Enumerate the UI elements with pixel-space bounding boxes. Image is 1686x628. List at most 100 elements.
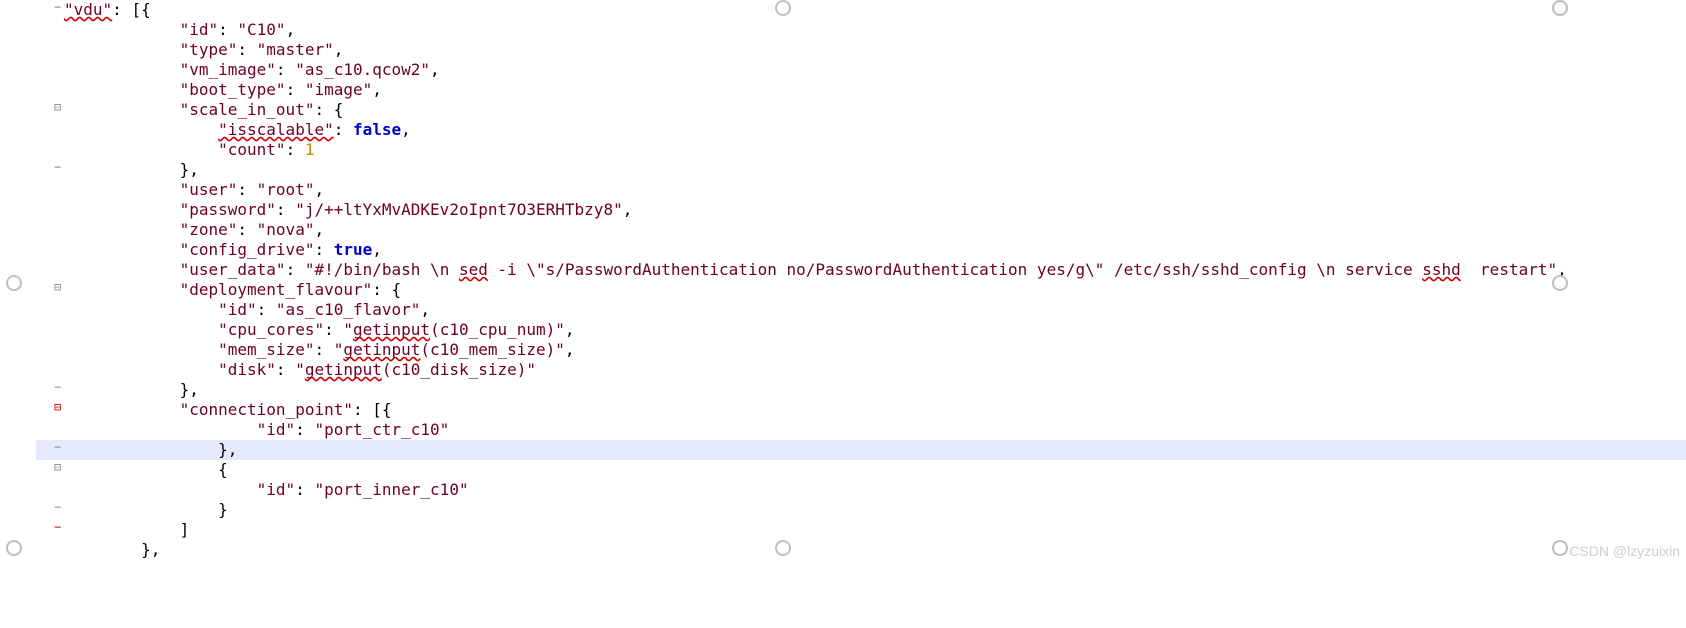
selection-handle-icon[interactable] [1552,0,1568,16]
code-line[interactable]: ⊟ { [36,460,1686,480]
token-punc: }, [141,540,160,559]
fold-toggle-icon[interactable]: ⊟ [54,400,61,415]
fold-toggle-icon[interactable]: − [54,500,61,515]
code-line[interactable]: "boot_type": "image", [36,80,1686,100]
code-line[interactable]: "config_drive": true, [36,240,1686,260]
token-key: "zone" [180,220,238,239]
code-line[interactable]: − }, [36,440,1686,460]
selection-handle-icon[interactable] [1552,540,1568,556]
code-line[interactable]: "id": "as_c10_flavor", [36,300,1686,320]
token-punc: : [218,20,237,39]
token-key: "user_data" [180,260,286,279]
fold-toggle-icon[interactable]: − [54,0,61,15]
code-line[interactable]: "zone": "nova", [36,220,1686,240]
code-line[interactable]: "id": "port_inner_c10" [36,480,1686,500]
fold-toggle-icon[interactable]: ⊟ [54,460,61,475]
token-punc: : [286,80,305,99]
token-str: "#!/bin/bash \n [305,260,459,279]
fold-toggle-icon[interactable]: − [54,520,61,535]
code-line[interactable]: "type": "master", [36,40,1686,60]
token-str: " [343,320,353,339]
token-str: -i \"s/PasswordAuthentication no/Passwor… [488,260,1422,279]
code-editor[interactable]: −"vdu": [{ "id": "C10", "type": "master"… [0,0,1686,560]
code-line[interactable]: "mem_size": "getinput(c10_mem_size)", [36,340,1686,360]
code-line[interactable]: "user": "root", [36,180,1686,200]
selection-handle-icon[interactable] [775,540,791,556]
code-line[interactable]: "isscalable": false, [36,120,1686,140]
code-line[interactable]: "vm_image": "as_c10.qcow2", [36,60,1686,80]
code-line[interactable]: −"vdu": [{ [36,0,1686,20]
code-line[interactable]: "count": 1 [36,140,1686,160]
selection-handle-icon[interactable] [6,540,22,556]
selection-handle-icon[interactable] [6,275,22,291]
token-str: (c10_disk_size)" [382,360,536,379]
token-str: "port_inner_c10" [314,480,468,499]
fold-toggle-icon[interactable]: − [54,380,61,395]
code-line[interactable]: "password": "j/++ltYxMvADKEv2oIpnt7O3ERH… [36,200,1686,220]
token-punc: } [218,500,228,519]
token-punc: ] [180,520,190,539]
token-key: "deployment_flavour" [180,280,373,299]
token-bool: false [353,120,401,139]
token-punc: : [237,40,256,59]
token-key: "id" [218,300,257,319]
token-str: getinput [353,320,430,339]
code-line[interactable]: "id": "port_ctr_c10" [36,420,1686,440]
token-key: "config_drive" [180,240,315,259]
token-punc: , [372,80,382,99]
code-line[interactable]: ⊟ "connection_point": [{ [36,400,1686,420]
token-punc: , [565,320,575,339]
token-bool: true [334,240,373,259]
token-punc: : [286,140,305,159]
code-line[interactable]: "cpu_cores": "getinput(c10_cpu_num)", [36,320,1686,340]
code-line[interactable]: "disk": "getinput(c10_disk_size)" [36,360,1686,380]
token-punc: : [295,480,314,499]
token-punc: : [237,220,256,239]
code-line[interactable]: − } [36,500,1686,520]
token-key: "boot_type" [180,80,286,99]
code-line[interactable]: − }, [36,160,1686,180]
token-str: " [295,360,305,379]
token-key: "password" [180,200,276,219]
selection-handle-icon[interactable] [1552,275,1568,291]
code-line[interactable]: "user_data": "#!/bin/bash \n sed -i \"s/… [36,260,1686,280]
token-str: getinput [343,340,420,359]
token-punc: : [{ [353,400,392,419]
token-str: sed [459,260,488,279]
token-punc: : [276,360,295,379]
code-line[interactable]: ⊟ "deployment_flavour": { [36,280,1686,300]
token-key: "disk" [218,360,276,379]
token-punc: : [276,200,295,219]
token-punc: : [334,120,353,139]
token-key: "vm_image" [180,60,276,79]
fold-toggle-icon[interactable]: − [54,440,61,455]
code-line[interactable]: − }, [36,380,1686,400]
token-key: "id" [257,480,296,499]
token-str: sshd [1422,260,1461,279]
code-line[interactable]: − ] [36,520,1686,540]
token-punc: : [276,60,295,79]
token-punc: : [237,180,256,199]
token-str: "port_ctr_c10" [314,420,449,439]
fold-toggle-icon[interactable]: ⊟ [54,280,61,295]
token-str: "image" [305,80,372,99]
token-str: getinput [305,360,382,379]
fold-toggle-icon[interactable]: ⊟ [54,100,61,115]
token-punc: , [430,60,440,79]
token-key: "mem_size" [218,340,314,359]
token-punc: : { [372,280,401,299]
token-str: (c10_cpu_num)" [430,320,565,339]
watermark-text: CSDN @lzyzuixin [1569,543,1680,561]
token-str: "master" [257,40,334,59]
token-num: 1 [305,140,315,159]
fold-toggle-icon[interactable]: − [54,160,61,175]
token-punc: , [623,200,633,219]
code-line[interactable]: }, [36,540,1686,560]
code-line[interactable]: ⊟ "scale_in_out": { [36,100,1686,120]
token-punc: : [286,260,305,279]
token-str: "as_c10_flavor" [276,300,421,319]
token-punc: : [314,340,333,359]
selection-handle-icon[interactable] [775,0,791,16]
token-key: "connection_point" [180,400,353,419]
code-line[interactable]: "id": "C10", [36,20,1686,40]
